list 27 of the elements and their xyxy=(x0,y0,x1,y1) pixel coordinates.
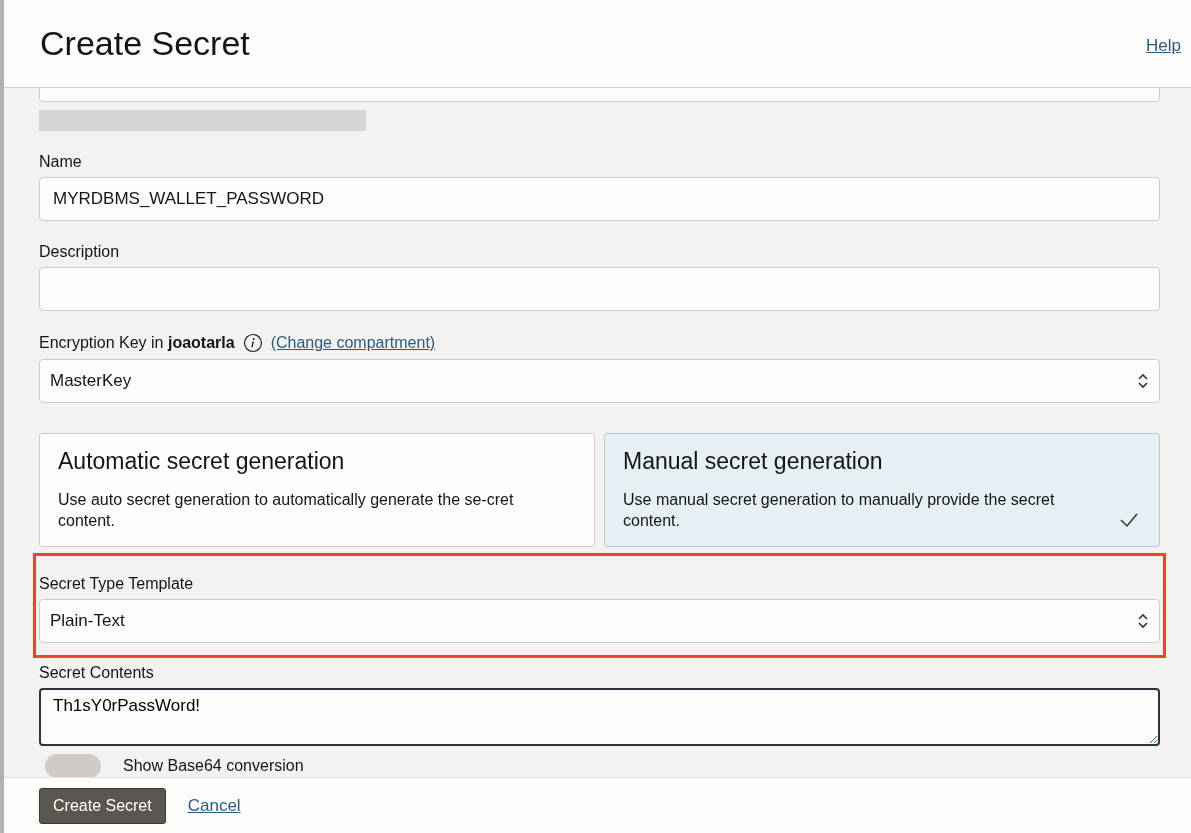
cancel-link[interactable]: Cancel xyxy=(187,795,241,816)
toggle-label: Show Base64 conversion xyxy=(123,757,304,775)
field-label: Secret Contents xyxy=(39,664,155,682)
secret-contents-input[interactable]: Th1sY0rPassWord! xyxy=(39,688,1160,746)
chevron-icon xyxy=(1137,612,1149,630)
info-icon[interactable] xyxy=(242,333,263,353)
field-label: Encryption Key in joaotarla xyxy=(39,334,235,352)
help-link[interactable]: Help xyxy=(1146,36,1181,56)
field-label: Description xyxy=(39,243,121,261)
chevron-icon xyxy=(1137,372,1149,390)
description-input[interactable] xyxy=(39,267,1160,311)
option-description: Use manual secret generation to manually provide the secret content. xyxy=(623,490,1056,531)
option-card[interactable]: Automatic secret generation Use auto secret generation to automatically generate the se-cret content. xyxy=(39,433,595,547)
toggle-switch[interactable] xyxy=(45,754,101,777)
option-card[interactable]: Manual secret generation Use manual secret generation to manually provide the secret content. xyxy=(604,433,1160,547)
option-description: Use auto secret generation to automatically generate the se-cret content. xyxy=(58,490,515,531)
create-button[interactable]: Create Secret xyxy=(39,787,166,824)
change-compartment-link[interactable]: (Change compartment) xyxy=(270,334,436,352)
secret-type-select[interactable]: Plain-Text xyxy=(39,599,1160,643)
name-input[interactable]: MYRDBMS_WALLET_PASSWORD xyxy=(39,177,1160,221)
encryption-key-select[interactable]: MasterKey xyxy=(39,359,1160,403)
option-title: Manual secret generation xyxy=(623,448,884,475)
checkmark-icon xyxy=(1119,512,1139,528)
panel-title: Create Secret xyxy=(40,24,250,63)
option-title: Automatic secret generation xyxy=(58,448,346,475)
field-label: Secret Type Template xyxy=(39,575,195,593)
field-label: Name xyxy=(39,153,83,171)
